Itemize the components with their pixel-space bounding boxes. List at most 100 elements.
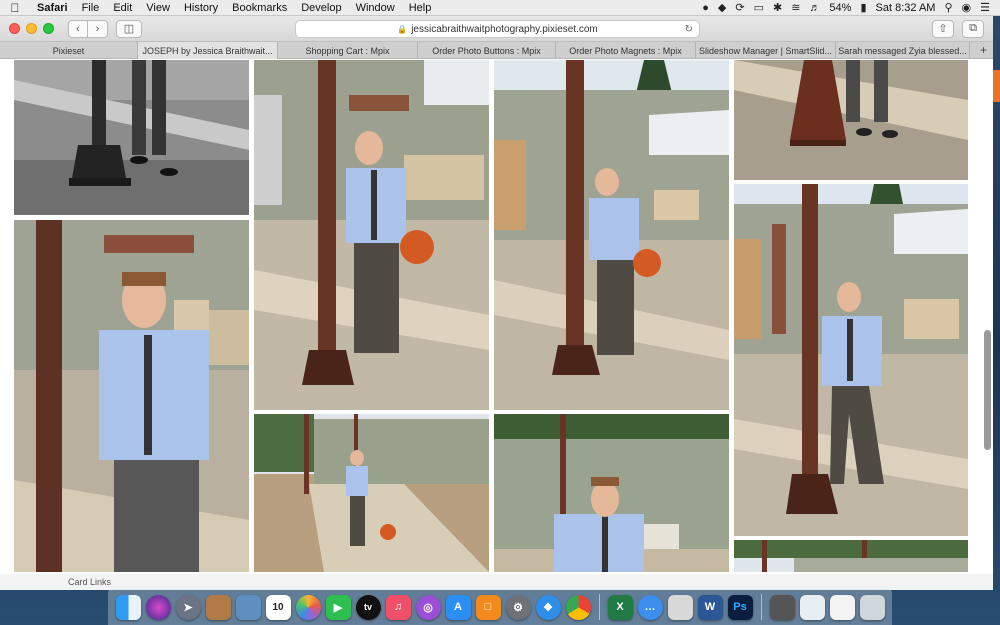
tab-order-buttons[interactable]: Order Photo Buttons : Mpix xyxy=(418,42,556,59)
gallery-photo[interactable] xyxy=(734,184,968,536)
creative-cloud-icon[interactable]: ● xyxy=(702,2,709,14)
battery-percent[interactable]: 54% xyxy=(829,2,851,14)
excel-icon[interactable]: X xyxy=(607,594,633,620)
app-store-icon[interactable]: A xyxy=(445,594,471,620)
excel-letter: X xyxy=(616,601,624,613)
clock[interactable]: Sat 8:32 AM xyxy=(876,2,936,14)
menu-bookmarks[interactable]: Bookmarks xyxy=(225,2,294,14)
gallery-photo[interactable] xyxy=(14,220,249,572)
calculator-icon[interactable] xyxy=(769,594,795,620)
airplay-icon[interactable]: ▭ xyxy=(754,1,764,14)
tab-shopping-cart[interactable]: Shopping Cart : Mpix xyxy=(278,42,418,59)
gallery-photo[interactable] xyxy=(734,60,968,180)
tv-icon[interactable]: tv xyxy=(355,594,381,620)
sync-icon[interactable]: ⟳ xyxy=(735,1,744,14)
new-tab-button[interactable]: + xyxy=(970,42,993,58)
tab-sarah-messaged[interactable]: Sarah messaged Zyia blessed... xyxy=(836,42,970,59)
back-button[interactable]: ‹ xyxy=(68,19,88,38)
photo-bw-pole-legs xyxy=(14,60,249,215)
minimize-button[interactable] xyxy=(26,23,37,34)
gallery-photo[interactable] xyxy=(14,60,249,215)
reload-icon[interactable]: ↻ xyxy=(685,24,693,35)
menu-bar:  Safari File Edit View History Bookmark… xyxy=(0,0,1000,16)
word-icon[interactable]: W xyxy=(697,594,723,620)
user-icon[interactable]: ◉ xyxy=(962,1,972,14)
books-icon[interactable]: □ xyxy=(475,594,501,620)
photo-building-portrait xyxy=(494,414,729,572)
bluetooth-icon[interactable]: ✱ xyxy=(773,1,782,14)
podcasts-icon[interactable]: ◎ xyxy=(415,594,441,620)
menu-window[interactable]: Window xyxy=(349,2,402,14)
system-preferences-icon[interactable]: ⚙ xyxy=(505,594,531,620)
contacts-icon[interactable] xyxy=(205,594,231,620)
menu-history[interactable]: History xyxy=(177,2,225,14)
photos-icon[interactable] xyxy=(295,594,321,620)
music-icon[interactable]: ♫ xyxy=(385,594,411,620)
preview-icon[interactable] xyxy=(235,594,261,620)
gallery-photo[interactable] xyxy=(254,60,489,410)
window-controls xyxy=(0,23,54,34)
tab-order-magnets[interactable]: Order Photo Magnets : Mpix xyxy=(556,42,696,59)
battery-icon[interactable]: ▮ xyxy=(860,1,866,14)
notification-center-icon[interactable]: ☰ xyxy=(980,1,990,14)
forward-button[interactable]: › xyxy=(88,19,108,38)
calendar-icon[interactable]: 10 xyxy=(265,594,291,620)
volume-icon[interactable]: ♬ xyxy=(809,2,820,14)
tab-bar: Pixieset JOSEPH by Jessica Braithwait...… xyxy=(0,42,993,59)
status-area: ● ◆ ⟳ ▭ ✱ ≊ ♬ 54% ▮ Sat 8:32 AM ⚲ ◉ ☰ xyxy=(702,1,1000,15)
mail-preview-icon[interactable] xyxy=(799,594,825,620)
show-tabs-button[interactable]: ⧉ xyxy=(962,19,984,38)
chevron-left-icon: ‹ xyxy=(76,22,80,35)
launchpad-icon[interactable]: ➤ xyxy=(175,594,201,620)
apple-icon[interactable]:  xyxy=(0,1,30,15)
gallery-photo[interactable] xyxy=(494,414,729,572)
chrome-icon[interactable] xyxy=(565,594,591,620)
menu-develop[interactable]: Develop xyxy=(294,2,348,14)
finder-icon[interactable] xyxy=(115,594,141,620)
messages-icon[interactable]: … xyxy=(637,594,663,620)
photo-with-basketball-wide xyxy=(494,60,729,410)
tab-pixieset[interactable]: Pixieset xyxy=(0,42,138,59)
menu-view[interactable]: View xyxy=(139,2,177,14)
photo-leaning-crossed-legs xyxy=(734,184,968,536)
facetime-icon[interactable]: ▶ xyxy=(325,594,351,620)
tab-label: Order Photo Buttons : Mpix xyxy=(432,45,541,56)
tab-label: Shopping Cart : Mpix xyxy=(305,45,390,56)
safari-icon[interactable]: ❖ xyxy=(535,594,561,620)
gallery-photo[interactable] xyxy=(734,540,968,572)
menu-file[interactable]: File xyxy=(75,2,107,14)
gallery-photo[interactable] xyxy=(254,414,489,572)
zoom-button[interactable] xyxy=(43,23,54,34)
menu-help[interactable]: Help xyxy=(402,2,439,14)
sidebar-button[interactable]: ◫ xyxy=(116,19,142,38)
vertical-scrollbar[interactable] xyxy=(984,330,991,450)
photoshop-icon[interactable]: Ps xyxy=(727,594,753,620)
tab-slideshow-manager[interactable]: Slideshow Manager | SmartSlid... xyxy=(696,42,836,59)
share-button[interactable]: ⇧ xyxy=(932,19,954,38)
tab-joseph[interactable]: JOSEPH by Jessica Braithwait... xyxy=(138,42,278,59)
dock-separator xyxy=(598,594,600,620)
menu-edit[interactable]: Edit xyxy=(106,2,139,14)
tab-label: Slideshow Manager | SmartSlid... xyxy=(699,45,832,56)
dock: ➤ 10 ▶ tv ♫ ◎ A □ ⚙ ❖ X … W Ps xyxy=(108,588,892,625)
notes-icon[interactable] xyxy=(667,594,693,620)
address-bar[interactable]: 🔒 jessicabraithwaitphotography.pixieset.… xyxy=(295,20,700,38)
gallery-photo[interactable] xyxy=(494,60,729,410)
safari-window: ‹ › ◫ 🔒 jessicabraithwaitphotography.pix… xyxy=(0,16,993,590)
chevron-right-icon: › xyxy=(95,22,100,35)
dropbox-icon[interactable]: ◆ xyxy=(718,1,726,14)
word-letter: W xyxy=(704,601,716,613)
spotlight-icon[interactable]: ⚲ xyxy=(944,1,952,14)
photo-leaning-pole xyxy=(14,220,249,572)
tabs-overview-icon: ⧉ xyxy=(969,22,977,34)
tab-label: JOSEPH by Jessica Braithwait... xyxy=(142,45,273,56)
menu-app-safari[interactable]: Safari xyxy=(30,2,75,14)
siri-icon[interactable] xyxy=(145,594,171,620)
trash-icon[interactable] xyxy=(859,594,885,620)
wifi-icon[interactable]: ≊ xyxy=(791,1,800,14)
photo-dribbling-sidewalk xyxy=(254,414,489,572)
plus-icon: + xyxy=(979,43,987,57)
url-text: jessicabraithwaitphotography.pixieset.co… xyxy=(411,23,598,35)
documents-icon[interactable] xyxy=(829,594,855,620)
close-button[interactable] xyxy=(9,23,20,34)
